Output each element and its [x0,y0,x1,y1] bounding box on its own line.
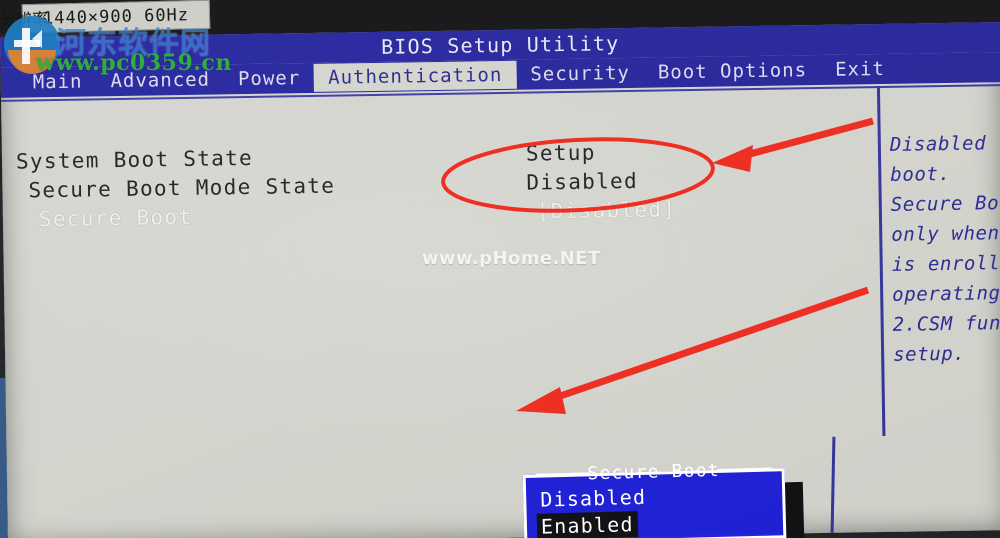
help-pane: Disabled boot. Secure Boo only when: is … [890,127,1000,370]
help-pane-divider-lower [830,436,836,533]
tab-power[interactable]: Power [224,64,315,93]
bios-content: System Boot State Setup Secure Boot Mode… [1,82,1000,538]
secure-boot-dropdown[interactable]: Secure Boot Disabled Enabled [522,460,787,538]
page-title: BIOS Setup Utility [380,31,620,59]
help-line: is enrolle [891,251,1000,276]
help-line: Secure Boo [890,191,1000,216]
tab-boot-options[interactable]: Boot Options [644,56,822,87]
help-line: Disabled [889,132,987,156]
tab-exit[interactable]: Exit [821,55,899,84]
help-line: 2.CSM funct [892,311,1000,336]
setting-value[interactable]: [Disabled] [537,197,677,223]
settings-list: System Boot State Setup Secure Boot Mode… [16,136,857,236]
help-line: only when: [891,221,1000,246]
tab-authentication[interactable]: Authentication [313,60,517,92]
setting-value: Setup [525,140,596,166]
setting-label: Secure Boot [38,204,193,232]
tab-security[interactable]: Security [516,59,644,89]
help-line: setup. [892,342,966,366]
bios-screenshot: BIOS Setup Utility Main Advanced Power A… [0,0,1000,538]
setting-label: Secure Boot Mode State [28,173,336,203]
site-watermark-url: www.pc0359.cn [36,50,232,76]
help-line: boot. [890,162,951,186]
dropdown-option-enabled[interactable]: Enabled [536,511,638,538]
bios-screen: BIOS Setup Utility Main Advanced Power A… [0,22,1000,538]
setting-value: Disabled [526,168,639,195]
help-line: operating [892,282,1000,306]
setting-label: System Boot State [15,145,254,174]
help-pane-divider [876,86,886,437]
center-watermark: www.pHome.NET [422,248,601,269]
popup-title: Secure Boot [587,459,721,485]
dropdown-option-disabled[interactable]: Disabled [536,484,651,513]
